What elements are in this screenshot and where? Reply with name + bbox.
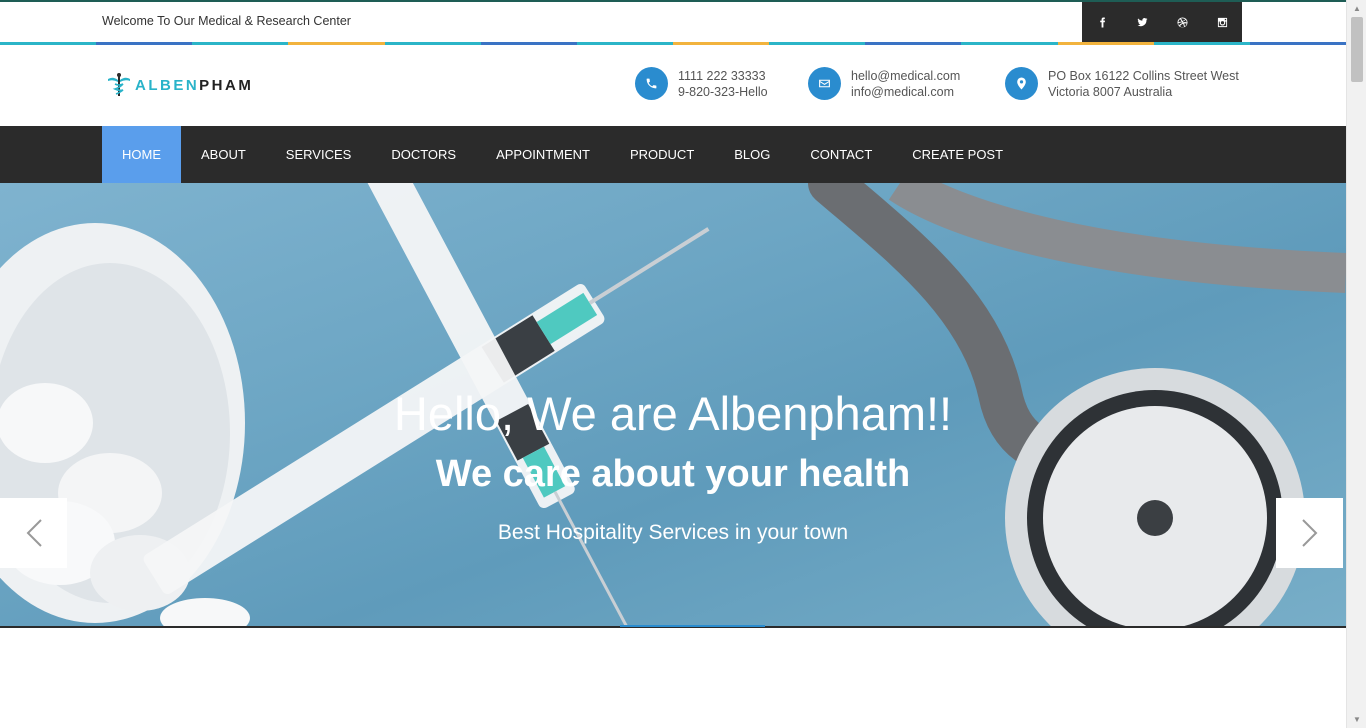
header: ALBENPHAM 1111 222 33333 9-820-323-Hello… (0, 45, 1346, 126)
twitter-link[interactable] (1122, 2, 1162, 42)
slider-next-button[interactable] (1276, 498, 1343, 568)
instagram-link[interactable] (1202, 2, 1242, 42)
contact-phone-text: 1111 222 33333 9-820-323-Hello (678, 68, 768, 100)
phone-line-2: 9-820-323-Hello (678, 84, 768, 99)
address-line-1: PO Box 16122 Collins Street West (1048, 68, 1239, 83)
scroll-up-arrow-icon[interactable]: ▲ (1347, 0, 1366, 17)
hero-tagline: Best Hospitality Services in your town (497, 521, 849, 544)
logo-text: ALBENPHAM (135, 77, 253, 94)
address-line-2: Victoria 8007 Australia (1048, 84, 1173, 99)
chevron-right-icon (1301, 519, 1317, 547)
nav-item-about[interactable]: About (181, 126, 266, 183)
chevron-left-icon (26, 519, 42, 547)
instagram-icon (1217, 17, 1227, 27)
scroll-thumb[interactable] (1351, 17, 1363, 82)
logo-text-accent: ALBEN (135, 76, 200, 94)
nav-item-product[interactable]: Product (610, 126, 714, 183)
nav-item-blog[interactable]: Blog (714, 126, 790, 183)
envelope-icon (819, 79, 830, 88)
page-scrollbar[interactable]: ▲ ▼ (1346, 0, 1366, 728)
social-links (1082, 2, 1242, 42)
welcome-text: Welcome To Our Medical & Research Center (102, 14, 351, 28)
nav-item-appointment[interactable]: Appointment (476, 126, 610, 183)
email-line-2: info@medical.com (851, 84, 955, 99)
nav-item-doctors[interactable]: Doctors (371, 126, 476, 183)
nav-item-services[interactable]: Services (266, 126, 372, 183)
nav-list: Home About Services Doctors Appointment … (102, 126, 1023, 183)
hero-subtitle: We care about your health (435, 453, 911, 495)
slider-prev-button[interactable] (0, 498, 67, 568)
facebook-icon (1099, 16, 1105, 28)
dribbble-link[interactable] (1162, 2, 1202, 42)
phone-icon (646, 78, 657, 89)
envelope-icon-circle (808, 67, 841, 100)
logo-text-main: PHAM (199, 76, 254, 94)
logo[interactable]: ALBENPHAM (106, 72, 253, 98)
phone-icon-circle (635, 67, 668, 100)
contact-email: hello@medical.com info@medical.com (808, 67, 960, 100)
slider-progress-accent (620, 625, 765, 627)
scroll-down-arrow-icon[interactable]: ▼ (1347, 711, 1366, 728)
nav-item-create-post[interactable]: Create Post (892, 126, 1023, 183)
contact-address: PO Box 16122 Collins Street West Victori… (1005, 67, 1239, 100)
top-bar: Welcome To Our Medical & Research Center (0, 2, 1346, 42)
nav-item-contact[interactable]: Contact (790, 126, 892, 183)
twitter-icon (1136, 17, 1148, 26)
map-pin-icon (1017, 77, 1026, 90)
contact-address-text: PO Box 16122 Collins Street West Victori… (1048, 68, 1239, 100)
contact-email-text: hello@medical.com info@medical.com (851, 68, 960, 100)
caduceus-icon (108, 73, 130, 96)
email-line-1: hello@medical.com (851, 68, 961, 83)
main-nav: Home About Services Doctors Appointment … (0, 126, 1346, 183)
contact-phone: 1111 222 33333 9-820-323-Hello (635, 67, 768, 100)
dribbble-icon (1176, 16, 1188, 28)
nav-item-home[interactable]: Home (102, 126, 181, 183)
phone-line-1: 1111 222 33333 (678, 68, 766, 83)
hero-slider: Hello, We are Albenpham!! We care about … (0, 183, 1346, 627)
map-pin-icon-circle (1005, 67, 1038, 100)
hero-title: Hello, We are Albenpham!! (393, 387, 953, 440)
facebook-link[interactable] (1082, 2, 1122, 42)
